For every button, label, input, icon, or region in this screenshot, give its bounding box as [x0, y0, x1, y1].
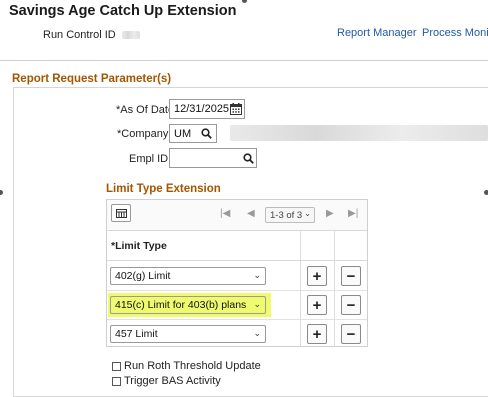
add-row-button[interactable]: + — [307, 266, 327, 286]
delete-row-button[interactable]: − — [341, 295, 361, 315]
first-page-icon[interactable]: |◀ — [220, 208, 230, 219]
company-value: UM — [174, 128, 192, 140]
report-manager-link[interactable]: Report Manager — [337, 27, 417, 39]
section-title-params: Report Request Parameter(s) — [12, 73, 172, 85]
delete-row-button[interactable]: − — [341, 324, 361, 344]
grid-header-row: *Limit Type — [107, 230, 367, 261]
table-row: 415(c) Limit for 403(b) plans ⌄ + − — [107, 291, 367, 320]
page-range-text: 1-3 of 3 — [270, 210, 303, 221]
table-row: 402(g) Limit ⌄ + − — [107, 262, 367, 291]
as-of-date-label: *As Of Date — [116, 104, 175, 116]
limit-type-column-header: *Limit Type — [111, 240, 167, 252]
chevron-down-icon: ⌄ — [253, 328, 261, 338]
edge-handle-top — [242, 0, 247, 3]
trigger-bas-checkbox[interactable] — [112, 377, 121, 386]
page-title: Savings Age Catch Up Extension — [9, 3, 237, 19]
delete-row-button[interactable]: − — [341, 266, 361, 286]
limit-type-select[interactable]: 415(c) Limit for 403(b) plans ⌄ — [110, 296, 266, 314]
calendar-icon[interactable] — [228, 101, 244, 117]
empl-id-search-icon[interactable] — [240, 150, 256, 166]
as-of-date-value: 12/31/2025 — [174, 103, 230, 115]
limit-grid-title: Limit Type Extension — [106, 183, 221, 195]
chevron-down-icon: ⌄ — [253, 270, 261, 280]
grid-personalize-icon[interactable] — [111, 204, 131, 222]
company-description-redacted — [230, 125, 488, 141]
limit-type-select[interactable]: 457 Limit ⌄ — [110, 325, 266, 343]
grid-toolbar: |◀ ◀ 1-3 of 3 ⌄ ▶ ▶| — [107, 200, 367, 231]
run-roth-label: Run Roth Threshold Update — [124, 360, 261, 372]
page-range-select[interactable]: 1-3 of 3 ⌄ — [265, 207, 315, 223]
limit-type-grid: |◀ ◀ 1-3 of 3 ⌄ ▶ ▶| *Limit Type 402(g) … — [106, 199, 368, 347]
run-control-value-redacted — [122, 31, 140, 39]
add-row-button[interactable]: + — [307, 295, 327, 315]
header-divider — [0, 60, 488, 61]
limit-type-value: 402(g) Limit — [115, 270, 171, 282]
next-page-icon[interactable]: ▶ — [326, 208, 334, 219]
chevron-down-icon: ⌄ — [304, 209, 311, 218]
run-roth-checkbox[interactable] — [112, 362, 121, 371]
company-search-icon[interactable] — [198, 125, 214, 141]
table-row: 457 Limit ⌄ + − — [107, 320, 367, 348]
chevron-down-icon: ⌄ — [253, 299, 261, 309]
last-page-icon[interactable]: ▶| — [348, 208, 358, 219]
trigger-bas-label: Trigger BAS Activity — [124, 375, 221, 387]
limit-type-value: 415(c) Limit for 403(b) plans — [115, 299, 247, 311]
company-label: *Company — [117, 128, 169, 140]
edge-handle-left — [0, 190, 3, 195]
run-control-label: Run Control ID — [43, 29, 116, 41]
limit-type-select[interactable]: 402(g) Limit ⌄ — [110, 267, 266, 285]
add-row-button[interactable]: + — [307, 324, 327, 344]
limit-type-value: 457 Limit — [115, 328, 158, 340]
empl-id-label: Empl ID — [129, 153, 169, 165]
prev-page-icon[interactable]: ◀ — [247, 208, 255, 219]
process-monitor-link[interactable]: Process Monitor — [422, 27, 488, 39]
